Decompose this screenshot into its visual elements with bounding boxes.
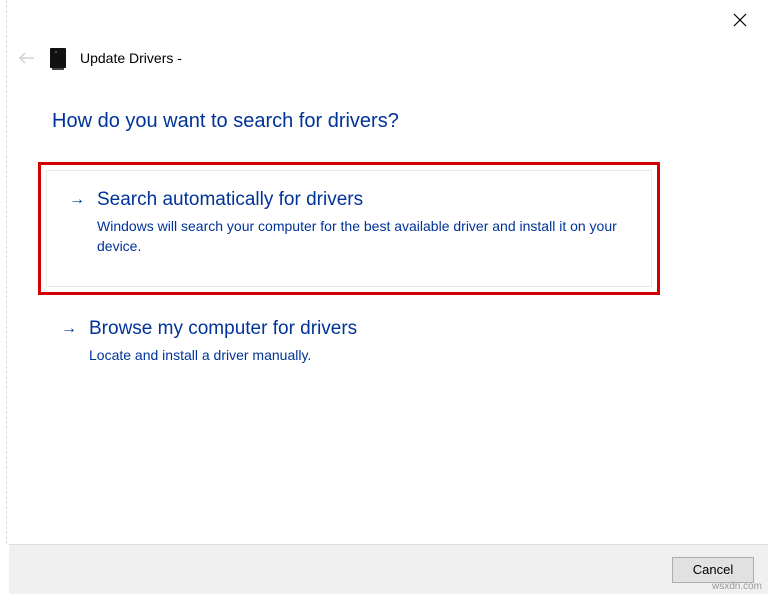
- option-description: Windows will search your computer for th…: [97, 217, 629, 256]
- close-icon: [733, 13, 747, 27]
- cancel-button[interactable]: Cancel: [672, 557, 754, 583]
- option-search-automatically[interactable]: → Search automatically for drivers Windo…: [46, 170, 652, 287]
- dialog-footer: Cancel: [9, 544, 768, 594]
- options-list: → Search automatically for drivers Windo…: [38, 162, 660, 397]
- arrow-right-icon: →: [61, 321, 77, 337]
- close-button[interactable]: [730, 10, 750, 30]
- page-heading: How do you want to search for drivers?: [52, 110, 399, 133]
- option-header: → Browse my computer for drivers: [61, 318, 637, 340]
- option-browse-computer[interactable]: → Browse my computer for drivers Locate …: [38, 313, 660, 397]
- option-header: → Search automatically for drivers: [69, 189, 629, 211]
- option-title: Browse my computer for drivers: [89, 318, 357, 340]
- dialog-header: Update Drivers -: [18, 48, 182, 68]
- highlight-annotation: → Search automatically for drivers Windo…: [38, 162, 660, 295]
- dialog-title: Update Drivers -: [80, 50, 182, 66]
- back-button[interactable]: [18, 51, 36, 65]
- arrow-right-icon: →: [69, 192, 85, 208]
- option-description: Locate and install a driver manually.: [89, 346, 637, 366]
- watermark-text: wsxdn.com: [712, 581, 762, 592]
- cancel-button-label: Cancel: [693, 562, 733, 577]
- back-arrow-icon: [18, 51, 36, 65]
- update-drivers-dialog: Update Drivers - How do you want to sear…: [0, 0, 768, 594]
- device-icon: [50, 48, 66, 68]
- window-edge: [6, 0, 8, 544]
- option-title: Search automatically for drivers: [97, 189, 363, 211]
